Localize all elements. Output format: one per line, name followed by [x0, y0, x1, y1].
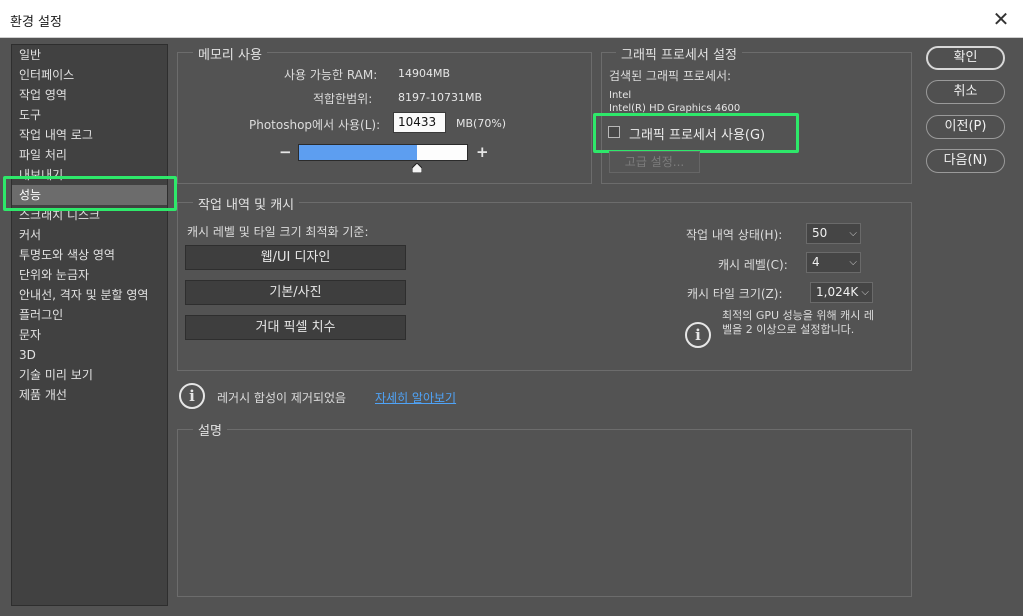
sidebar-item[interactable]: 기술 미리 보기 [12, 365, 167, 385]
info-icon: i [685, 322, 711, 348]
history-states-select[interactable]: 50 ⌵ [806, 223, 861, 244]
ideal-range-label: 적합한범위: [313, 92, 373, 106]
decrease-memory-icon[interactable]: − [279, 143, 292, 161]
memory-usage-group [177, 52, 592, 184]
preset-default-photo-button[interactable]: 기본/사진 [185, 280, 406, 305]
chevron-down-icon: ⌵ [849, 228, 857, 239]
sidebar-item[interactable]: 내보내기 [12, 165, 167, 185]
sidebar-item[interactable]: 파일 처리 [12, 145, 167, 165]
history-states-value: 50 [812, 226, 828, 240]
cache-optimize-label: 캐시 레벨 및 타일 크기 최적화 기준: [187, 225, 369, 239]
window-title: 환경 설정 [10, 15, 62, 30]
cache-levels-select[interactable]: 4 ⌵ [806, 252, 861, 273]
photoshop-usage-label: Photoshop에서 사용(L): [249, 118, 381, 132]
close-icon[interactable]: ✕ [987, 5, 1015, 33]
ok-button[interactable]: 확인 [926, 46, 1005, 70]
sidebar-item[interactable]: 일반 [12, 45, 167, 65]
gpu-settings-title: 그래픽 프로세서 설정 [616, 44, 742, 63]
cache-tile-size-label: 캐시 타일 크기(Z): [687, 287, 783, 301]
detected-gpu-label: 검색된 그래픽 프로세서: [609, 69, 732, 83]
preferences-sidebar: 일반 인터페이스 작업 영역 도구 작업 내역 로그 파일 처리 내보내기 성능 스크래치 디스… [11, 44, 168, 606]
preset-web-ui-button[interactable]: 웹/UI 디자인 [185, 245, 406, 270]
gpu-cache-note-line1: 최적의 GPU 성능을 위해 캐시 레 [722, 309, 875, 322]
next-button[interactable]: 다음(N) [926, 149, 1005, 173]
use-gpu-checkbox[interactable] [608, 126, 620, 138]
cancel-button[interactable]: 취소 [926, 80, 1005, 104]
memory-usage-percent: MB(70%) [456, 117, 507, 130]
description-title: 설명 [193, 420, 227, 439]
memory-slider-fill [299, 145, 417, 160]
sidebar-item[interactable]: 성능 [12, 185, 167, 205]
memory-slider[interactable] [298, 144, 468, 161]
sidebar-item[interactable]: 작업 내역 로그 [12, 125, 167, 145]
available-ram-label: 사용 가능한 RAM: [284, 68, 378, 82]
preset-huge-pixel-button[interactable]: 거대 픽셀 치수 [185, 315, 406, 340]
available-ram-value: 14904MB [398, 67, 451, 80]
sidebar-item[interactable]: 플러그인 [12, 305, 167, 325]
gpu-vendor: Intel [609, 90, 632, 101]
chevron-down-icon: ⌵ [849, 257, 857, 268]
sidebar-item[interactable]: 스크래치 디스크 [12, 205, 167, 225]
title-bar: 환경 설정 ✕ [0, 0, 1023, 38]
gpu-cache-note-line2: 벨을 2 이상으로 설정합니다. [722, 323, 855, 336]
previous-button[interactable]: 이전(P) [926, 115, 1005, 139]
description-group [177, 429, 912, 597]
sidebar-item[interactable]: 투명도와 색상 영역 [12, 245, 167, 265]
cache-levels-label: 캐시 레벨(C): [718, 258, 788, 272]
memory-usage-title: 메모리 사용 [193, 44, 267, 63]
advanced-settings-button[interactable]: 고급 설정... [609, 151, 700, 173]
info-icon: i [179, 383, 205, 409]
sidebar-item[interactable]: 인터페이스 [12, 65, 167, 85]
memory-slider-thumb-icon[interactable] [412, 163, 422, 173]
learn-more-link[interactable]: 자세히 알아보기 [375, 389, 456, 406]
sidebar-item[interactable]: 문자 [12, 325, 167, 345]
gpu-model: Intel(R) HD Graphics 4600 [609, 103, 741, 114]
history-states-label: 작업 내역 상태(H): [686, 228, 783, 242]
sidebar-item[interactable]: 커서 [12, 225, 167, 245]
chevron-down-icon: ⌵ [861, 287, 869, 298]
sidebar-item[interactable]: 안내선, 격자 및 분할 영역 [12, 285, 167, 305]
legacy-compositing-notice: 레거시 합성이 제거되었음 [217, 391, 347, 405]
cache-tile-size-select[interactable]: 1,024K ⌵ [810, 282, 873, 303]
cache-levels-value: 4 [812, 255, 820, 269]
increase-memory-icon[interactable]: + [476, 143, 489, 161]
sidebar-item[interactable]: 3D [12, 345, 167, 365]
cache-tile-size-value: 1,024K [816, 285, 859, 299]
use-gpu-label[interactable]: 그래픽 프로세서 사용(G) [629, 124, 765, 143]
sidebar-item[interactable]: 제품 개선 [12, 385, 167, 405]
history-cache-title: 작업 내역 및 캐시 [193, 194, 300, 213]
sidebar-item[interactable]: 단위와 눈금자 [12, 265, 167, 285]
sidebar-item[interactable]: 도구 [12, 105, 167, 125]
sidebar-item[interactable]: 작업 영역 [12, 85, 167, 105]
memory-usage-input[interactable]: 10433 [393, 112, 446, 133]
ideal-range-value: 8197-10731MB [398, 91, 482, 104]
